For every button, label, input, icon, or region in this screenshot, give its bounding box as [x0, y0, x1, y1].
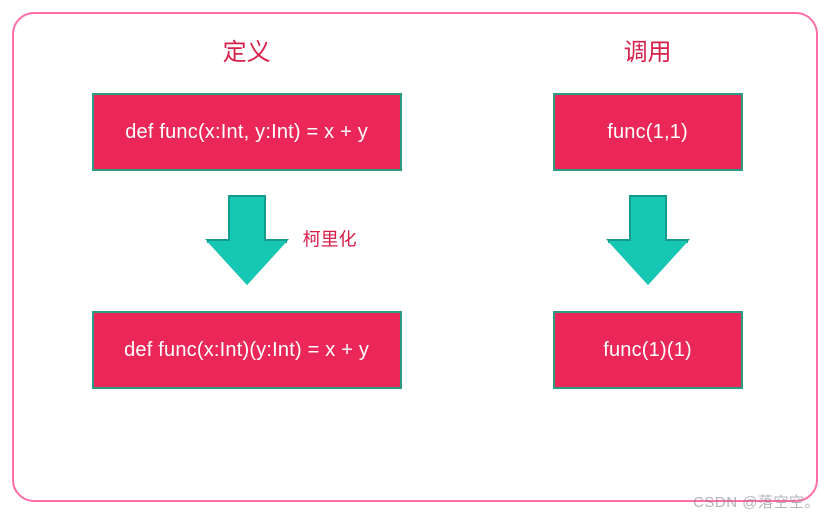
definition-heading: 定义 — [223, 32, 271, 67]
call-heading: 调用 — [624, 32, 672, 67]
down-arrow-icon — [207, 195, 287, 287]
watermark: CSDN @落空空。 — [693, 491, 820, 512]
call-column: 调用 func(1,1) func(1)(1) — [479, 32, 816, 500]
definition-before-box: def func(x:Int, y:Int) = x + y — [92, 93, 402, 171]
call-before-code: func(1,1) — [607, 121, 688, 144]
definition-after-box: def func(x:Int)(y:Int) = x + y — [92, 311, 402, 389]
definition-before-code: def func(x:Int, y:Int) = x + y — [125, 121, 368, 144]
call-arrow-wrap — [479, 171, 816, 311]
definition-arrow-wrap: 柯里化 — [14, 171, 479, 311]
columns: 定义 def func(x:Int, y:Int) = x + y 柯里化 de… — [14, 32, 816, 500]
currying-label: 柯里化 — [303, 225, 357, 251]
call-after-code: func(1)(1) — [603, 339, 692, 362]
diagram-frame: 定义 def func(x:Int, y:Int) = x + y 柯里化 de… — [12, 12, 818, 502]
definition-after-code: def func(x:Int)(y:Int) = x + y — [124, 339, 369, 362]
down-arrow-icon — [608, 195, 688, 287]
definition-column: 定义 def func(x:Int, y:Int) = x + y 柯里化 de… — [14, 32, 479, 500]
call-before-box: func(1,1) — [553, 93, 743, 171]
call-after-box: func(1)(1) — [553, 311, 743, 389]
